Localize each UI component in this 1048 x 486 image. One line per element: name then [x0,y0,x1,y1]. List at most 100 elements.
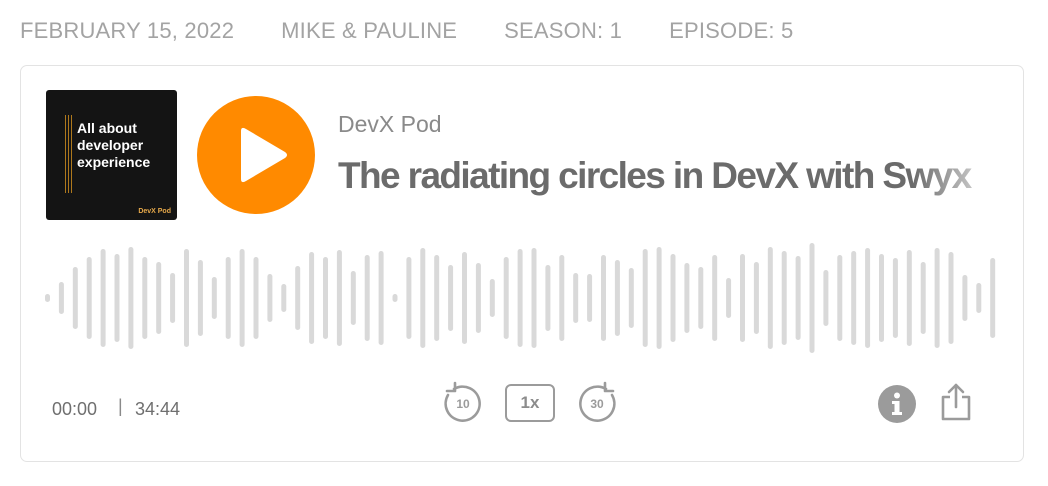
waveform-bar [406,257,412,339]
forward-30-icon: 30 [579,381,616,422]
waveform-bar [656,247,662,349]
waveform-bar [503,257,509,339]
waveform-bar [197,260,203,336]
waveform-bar [267,274,273,322]
cover-brand: DevX Pod [138,208,171,215]
waveform-bar [767,247,773,349]
waveform-bar [962,275,968,321]
episode-hosts: MIKE & PAULINE [281,18,458,43]
play-icon [241,127,287,183]
waveform-bar [545,265,551,331]
waveform-bar [100,249,106,347]
waveform-bar [295,266,301,330]
waveform-bar [837,255,843,341]
waveform-bar [670,254,676,342]
waveform-bar [712,255,718,341]
waveform-bar [392,294,398,302]
waveform-bar [865,248,871,348]
waveform-bar [906,250,912,346]
waveform-bar [573,273,579,323]
waveform-bar [170,273,176,323]
rewind-10-icon: 10 [444,381,481,422]
cover-text: All about developer experience [77,120,151,170]
current-time: 00:00 [52,399,98,419]
waveform-bar [350,271,356,325]
playback-speed-button[interactable]: 1x [505,384,555,422]
waveform-bar [142,257,148,339]
waveform-bar [976,283,982,313]
waveform-bar [114,254,120,342]
waveform-bar [892,258,898,338]
waveform-bar [601,255,606,341]
waveform-bar [614,260,620,336]
waveform-bar [753,262,759,334]
waveform-bar [517,249,523,347]
waveform-bar [156,262,162,334]
waveform-bar [45,294,50,302]
rewind-seconds-label: 10 [456,397,470,411]
podcast-name: DevX Pod [338,111,442,137]
waveform-bar [448,265,454,331]
waveform-bar [879,254,884,342]
waveform-bar [698,267,704,329]
waveform-bar [323,257,328,339]
waveform-bar [184,249,189,347]
waveform-bar [684,263,690,333]
episode-number: EPISODE: 5 [669,18,794,43]
waveform-bar [336,250,342,346]
waveform-bar [642,249,648,347]
waveform-bar [559,255,565,341]
waveform-bar [531,248,537,348]
waveform-bar [58,282,64,314]
share-button[interactable] [939,382,973,422]
waveform-bar [795,256,801,340]
episode-season: SEASON: 1 [504,18,623,43]
audio-waveform-seekbar[interactable] [45,238,1003,358]
waveform-bar [281,284,287,312]
waveform-bar [726,278,732,318]
waveform-bar [309,252,315,344]
forward-seconds-label: 30 [590,397,604,411]
waveform-bar [920,262,926,334]
episode-title: The radiating circles in DevX with Swyx [338,155,972,196]
waveform-bar [948,252,954,344]
waveform-bar [364,255,370,341]
waveform-bar [475,263,481,333]
waveform-bar [434,255,440,341]
waveform-bar [823,270,829,326]
waveform-bar [740,254,745,342]
waveform-bar [253,257,259,339]
episode-date: FEBRUARY 15, 2022 [20,18,235,43]
waveform-bar [72,267,78,329]
total-duration: 34:44 [135,399,181,419]
waveform-bar [225,257,231,339]
waveform-bar [809,243,815,353]
cover-stripes-decoration [65,115,74,193]
episode-title-container: The radiating circles in DevX with Swyx [338,151,1003,201]
info-button[interactable] [877,384,917,424]
waveform-bar [378,251,384,345]
share-icon [941,383,971,421]
rewind-button[interactable]: 10 [441,380,485,424]
waveform-bar [628,268,634,328]
waveform-bar [781,251,787,345]
waveform-bar [128,247,134,349]
waveform-bar [211,277,217,319]
forward-button[interactable]: 30 [575,380,619,424]
waveform-bar [239,249,245,347]
waveform-bar [851,251,857,345]
waveform-bar [587,274,593,322]
title-fade-overlay [913,151,1003,201]
info-icon [878,385,916,423]
play-button[interactable] [197,96,315,214]
podcast-cover-art: All about developer experience DevX Pod [46,90,177,220]
waveform-bar [990,258,996,338]
waveform-bar [86,257,92,339]
waveform-bar [934,248,940,348]
waveform-bar [462,252,467,344]
podcast-player: All about developer experience DevX Pod … [20,65,1024,462]
episode-meta-row: FEBRUARY 15, 2022 MIKE & PAULINE SEASON:… [20,16,840,46]
time-separator: | [118,396,123,416]
waveform-bar [489,279,495,317]
waveform-bar [420,248,426,348]
